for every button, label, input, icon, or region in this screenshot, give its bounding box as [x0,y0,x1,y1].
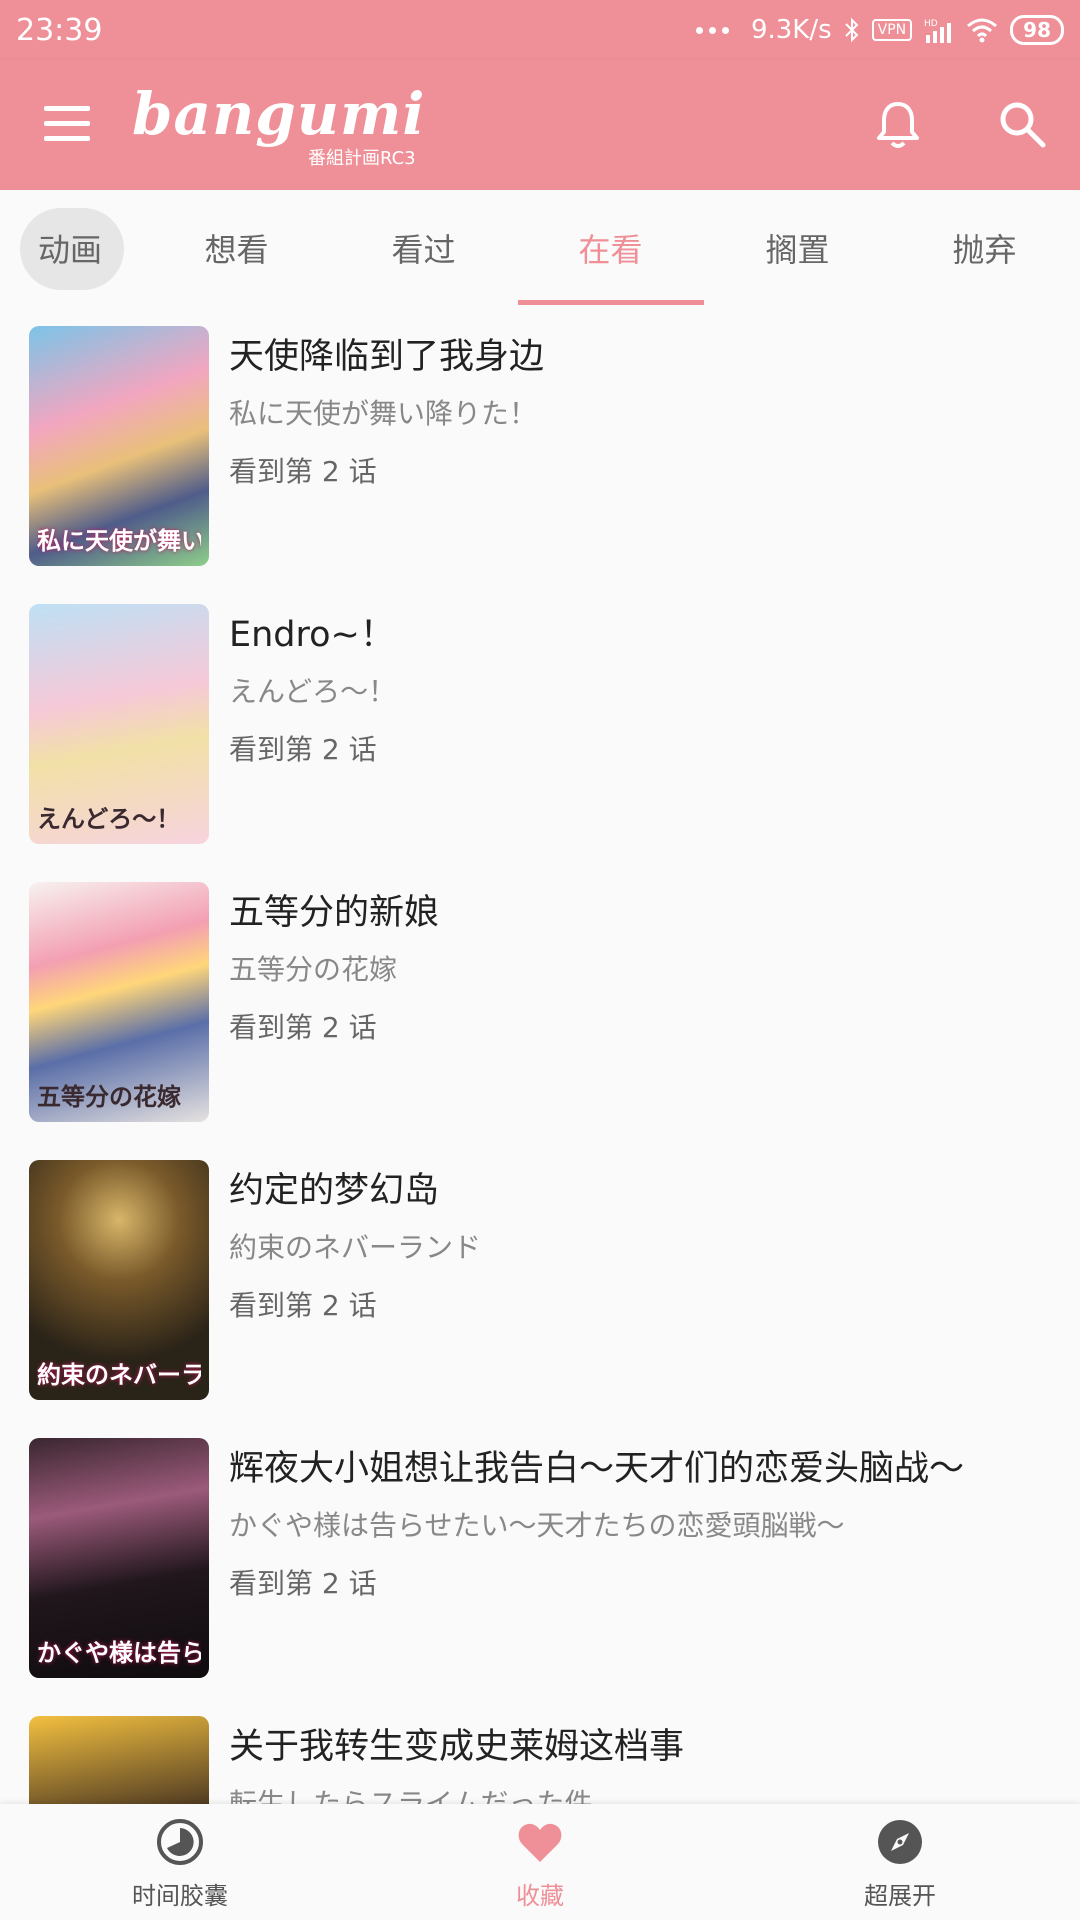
status-icons: 9.3K/s VPN HD 98 [695,15,1064,45]
cover-caption: 約束のネバーランド [37,1361,201,1389]
item-title: 关于我转生变成史莱姆这档事 [229,1727,685,1767]
anime-list[interactable]: 私に天使が舞い降りた！ 天使降临到了我身边 私に天使が舞い降りた！ 看到第 2 … [0,316,1080,1804]
tab-on-hold[interactable]: 搁置 [704,190,891,306]
signal-icon: HD [924,19,952,43]
list-item[interactable]: かぐや様は告らせたい 辉夜大小姐想让我告白～天才们的恋爱头脑战～ かぐや様は告ら… [0,1428,1080,1706]
item-title: 天使降临到了我身边 [229,337,545,377]
collection-tabs: 动画 想看 看过 在看 搁置 抛弃 [0,190,1080,306]
net-speed: 9.3K/s [750,15,832,45]
item-title: 辉夜大小姐想让我告白～天才们的恋爱头脑战～ [229,1449,965,1489]
cover-caption: えんどろ〜！ [37,805,181,833]
cover-image: 五等分の花嫁 [29,882,209,1122]
status-time: 23:39 [16,12,103,48]
nav-collection[interactable]: 收藏 [440,1804,640,1920]
tab-label: 抛弃 [952,231,1017,269]
tab-watched[interactable]: 看过 [330,190,517,306]
bluetooth-icon [844,17,859,43]
item-subtitle: 私に天使が舞い降りた！ [229,397,538,430]
item-subtitle: 五等分の花嫁 [229,953,398,986]
cover-image: かぐや様は告らせたい [29,1438,209,1678]
item-progress: 看到第 2 话 [229,1567,377,1600]
cover-caption: 五等分の花嫁 [37,1083,181,1111]
heart-icon [518,1823,562,1862]
tab-label: 想看 [204,231,269,269]
search-icon[interactable] [998,100,1046,148]
svg-text:HD: HD [924,19,938,29]
status-bar: 23:39 9.3K/s VPN HD 98 [0,0,1080,60]
more-dots-icon [695,26,729,34]
wifi-icon [967,18,998,43]
item-title: 约定的梦幻岛 [229,1171,440,1211]
tab-label: 搁置 [765,231,830,269]
cover-image: えんどろ〜！ [29,604,209,844]
list-item[interactable]: えんどろ〜！ Endro~！ えんどろ〜！ 看到第 2 话 [0,594,1080,872]
nav-timeline[interactable]: 时间胶囊 [80,1804,280,1920]
tab-dropped[interactable]: 抛弃 [891,190,1078,306]
cover-caption: 私に天使が舞い降りた！ [37,527,201,555]
list-item[interactable]: 私に天使が舞い降りた！ 天使降临到了我身边 私に天使が舞い降りた！ 看到第 2 … [0,316,1080,594]
compass-icon [878,1820,922,1864]
list-item[interactable]: 約束のネバーランド 约定的梦幻岛 約束のネバーランド 看到第 2 话 [0,1150,1080,1428]
bell-icon[interactable] [876,100,920,150]
cover-image [29,1716,209,1804]
menu-icon[interactable] [44,106,90,142]
cover-caption: かぐや様は告らせたい [37,1639,201,1667]
item-subtitle: 約束のネバーランド [229,1231,482,1264]
vpn-badge: VPN [871,19,913,41]
item-progress: 看到第 2 话 [229,455,377,488]
clock-icon [157,1819,203,1865]
tab-indicator [518,300,704,305]
bottom-nav: 时间胶囊 收藏 超展开 [0,1804,1080,1920]
list-item[interactable]: 关于我转生变成史莱姆这档事 転生したらスライムだった件 [0,1706,1080,1804]
tab-watching[interactable]: 在看 [517,190,704,306]
item-progress: 看到第 2 话 [229,1289,377,1322]
app-bar: bangumi 番組計画RC3 [0,60,1080,190]
tab-label: 动画 [38,231,103,269]
nav-discover[interactable]: 超展开 [800,1804,1000,1920]
nav-label: 超展开 [864,1882,936,1910]
nav-label: 收藏 [516,1882,564,1910]
battery-indicator: 98 [1010,15,1064,45]
tab-label: 看过 [391,231,456,269]
nav-label: 时间胶囊 [132,1882,228,1910]
app-logo: bangumi 番組計画RC3 [132,80,426,169]
item-subtitle: 転生したらスライムだった件 [229,1787,593,1804]
item-title: 五等分的新娘 [229,893,440,933]
item-subtitle: かぐや様は告らせたい～天才たちの恋愛頭脳戦～ [229,1509,845,1542]
tab-label: 在看 [578,231,643,269]
logo-subtitle: 番組計画RC3 [308,148,416,169]
item-title: Endro~！ [229,615,395,655]
cover-image: 私に天使が舞い降りた！ [29,326,209,566]
item-progress: 看到第 2 话 [229,733,377,766]
logo-wordmark: bangumi [132,80,426,148]
tab-wish[interactable]: 想看 [143,190,330,306]
item-progress: 看到第 2 话 [229,1011,377,1044]
cover-image: 約束のネバーランド [29,1160,209,1400]
list-item[interactable]: 五等分の花嫁 五等分的新娘 五等分の花嫁 看到第 2 话 [0,872,1080,1150]
item-subtitle: えんどろ〜！ [229,675,397,708]
